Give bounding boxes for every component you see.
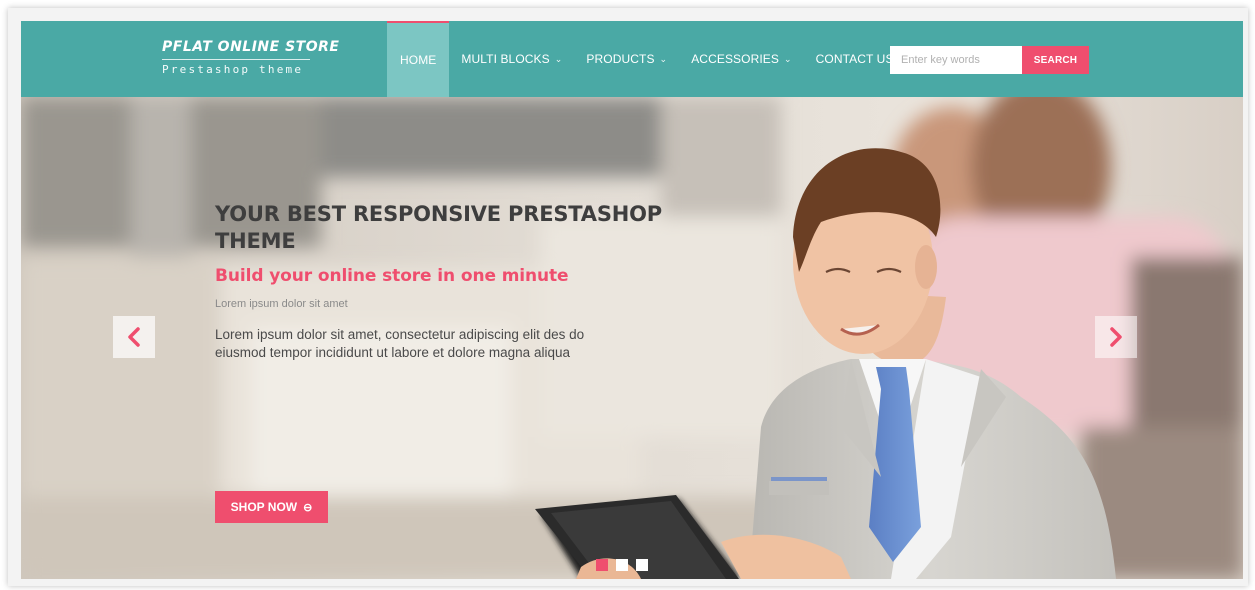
store-page: PFLAT ONLINE STORE Prestashop theme HOME…	[21, 21, 1243, 579]
slide-description: Lorem ipsum dolor sit amet, consectetur …	[215, 327, 585, 360]
logo-title: PFLAT ONLINE STORE	[162, 39, 340, 55]
slider-dot-2[interactable]	[616, 559, 628, 571]
nav-item-products[interactable]: PRODUCTS ⌄	[574, 21, 679, 97]
logo-subtitle: Prestashop theme	[162, 63, 304, 76]
search-button[interactable]: SEARCH	[1022, 46, 1089, 74]
slider-prev-button[interactable]	[113, 316, 155, 358]
nav-item-home[interactable]: HOME	[387, 21, 450, 97]
store-logo[interactable]: PFLAT ONLINE STORE Prestashop theme	[162, 39, 339, 76]
chevron-right-icon	[1110, 327, 1122, 347]
arrow-circle-icon: ⊖	[303, 501, 313, 514]
main-nav: HOME MULTI BLOCKS ⌄ PRODUCTS ⌄ ACCESSORI…	[387, 21, 906, 97]
site-header: PFLAT ONLINE STORE Prestashop theme HOME…	[21, 21, 1243, 97]
slider-dot-1[interactable]	[596, 559, 608, 571]
slide-title: YOUR BEST RESPONSIVE PRESTASHOP THEME	[215, 202, 662, 253]
hero-slider: YOUR BEST RESPONSIVE PRESTASHOP THEME Bu…	[21, 97, 1243, 579]
slider-dot-3[interactable]	[636, 559, 648, 571]
logo-divider	[162, 59, 310, 60]
nav-item-accessories[interactable]: ACCESSORIES ⌄	[679, 21, 803, 97]
nav-item-label: HOME	[400, 53, 437, 67]
nav-item-label: MULTI BLOCKS	[461, 52, 550, 66]
shop-now-label: SHOP NOW	[230, 500, 298, 514]
chevron-down-icon: ⌄	[784, 53, 792, 64]
nav-item-label: CONTACT US	[815, 52, 894, 66]
nav-item-label: PRODUCTS	[586, 52, 655, 66]
chevron-left-icon	[128, 327, 140, 347]
chevron-down-icon: ⌄	[554, 53, 563, 64]
shop-now-button[interactable]: SHOP NOW ⊖	[215, 491, 328, 523]
search-input[interactable]	[890, 46, 1022, 74]
nav-item-label: ACCESSORIES	[691, 52, 779, 66]
nav-item-multi-blocks[interactable]: MULTI BLOCKS ⌄	[449, 21, 574, 97]
chevron-down-icon: ⌄	[659, 53, 668, 64]
slider-next-button[interactable]	[1095, 316, 1137, 358]
slider-pagination	[596, 559, 648, 571]
slide-caption: YOUR BEST RESPONSIVE PRESTASHOP THEME Bu…	[215, 201, 675, 523]
slide-subtitle: Build your online store in one minute	[215, 266, 569, 286]
slide-small-text: Lorem ipsum dolor sit amet	[215, 298, 348, 310]
